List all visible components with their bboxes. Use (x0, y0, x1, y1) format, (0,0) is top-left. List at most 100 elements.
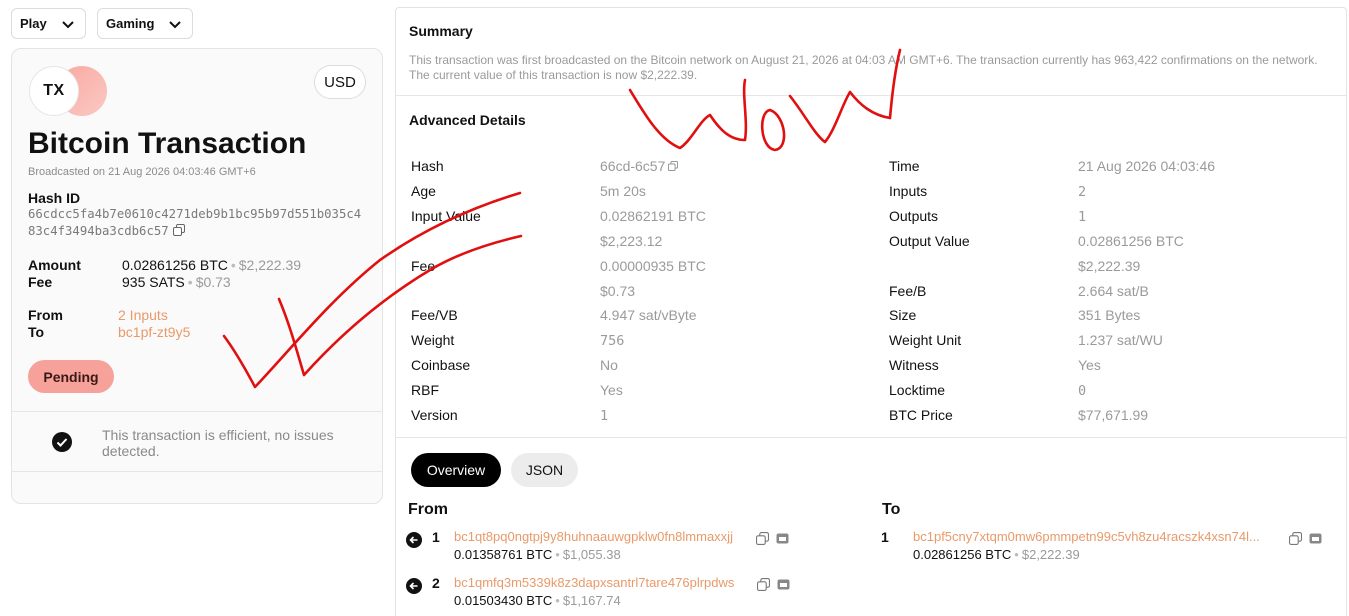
detail-label-left-10: Version (411, 407, 458, 423)
explorer-icon[interactable] (1309, 532, 1322, 545)
detail-value-text: 1.237 sat/WU (1078, 332, 1163, 348)
detail-value-text: 2.664 sat/B (1078, 283, 1149, 299)
explorer-icon[interactable] (777, 578, 790, 591)
arrow-left-icon (406, 532, 422, 548)
detail-value-right-1: 2 (1078, 183, 1086, 200)
input-usd: $1,167.74 (562, 593, 621, 608)
detail-label-left-1: Age (411, 183, 436, 199)
divider (12, 471, 382, 472)
detail-label-right-9: Locktime (889, 382, 946, 398)
detail-value-text: 21 Aug 2026 04:03:46 (1078, 158, 1216, 174)
detail-label-left-7: Weight (411, 332, 455, 348)
arrow-left-icon (406, 578, 422, 594)
input-address-link[interactable]: bc1qmfq3m5339k8z3dapxsantrl7tare476plrpd… (454, 575, 734, 590)
summary-text: This transaction was first broadcasted o… (409, 53, 1318, 82)
status-badge: Pending (28, 360, 114, 393)
detail-value-left-4: 0.00000935 BTC (600, 258, 706, 274)
detail-value-left-2: 0.02862191 BTC (600, 208, 706, 224)
detail-value-text: 1 (1078, 209, 1087, 225)
divider (396, 437, 1346, 438)
transaction-card: TX USD Bitcoin Transaction Broadcasted o… (11, 48, 383, 504)
detail-label-right-3: Output Value (889, 233, 970, 249)
input-amount: 0.01503430 BTC • $1,167.74 (454, 593, 621, 608)
details-panel: Summary This transaction was first broad… (395, 7, 1347, 616)
detail-value-left-0: 66cd-6c57 (600, 158, 679, 174)
detail-label-right-10: BTC Price (889, 407, 953, 423)
input-usd: $1,055.38 (562, 547, 621, 562)
fee-label: Fee (28, 274, 53, 290)
detail-value-right-9: 0 (1078, 382, 1086, 399)
detail-value-right-6: 351 Bytes (1078, 307, 1140, 323)
detail-value-left-9: Yes (600, 382, 623, 398)
tab-overview[interactable]: Overview (411, 453, 501, 487)
to-section-title: To (882, 501, 901, 518)
output-index: 1 (881, 529, 889, 545)
detail-value-right-10: $77,671.99 (1078, 407, 1148, 423)
detail-label-right-6: Size (889, 307, 917, 323)
detail-label-left-9: RBF (411, 382, 439, 398)
from-inputs-link[interactable]: 2 Inputs (118, 307, 168, 323)
detail-label-right-2: Outputs (889, 208, 939, 224)
detail-value-right-5: 2.664 sat/B (1078, 283, 1149, 299)
output-address-link[interactable]: bc1pf5cny7xtqm0mw6pmmpetn99c5vh8zu4racsz… (913, 529, 1260, 544)
chevron-down-icon (62, 20, 74, 28)
detail-label-left-2: Input Value (411, 208, 481, 224)
fee-usd: $0.73 (195, 274, 231, 290)
detail-value-text: $77,671.99 (1078, 407, 1149, 423)
detail-value-text: 756 (600, 333, 625, 349)
input-address-link[interactable]: bc1qt8pq0ngtpj9y8huhnaauwgpklw0fn8lmmaxx… (454, 529, 733, 544)
play-dropdown[interactable]: Play (11, 8, 86, 39)
detail-value-text: 0.02862191 BTC (600, 208, 706, 224)
detail-label-right-8: Witness (889, 357, 939, 373)
hash-id-value: 66cdcc5fa4b7e0610c4271deb9b1bc95b97d551b… (28, 206, 368, 240)
detail-value-text: 66cd-6c57 (600, 158, 666, 174)
advanced-details-title: Advanced Details (409, 112, 526, 128)
copy-icon[interactable] (757, 578, 770, 591)
copy-icon[interactable] (668, 161, 679, 171)
output-amount: 0.02861256 BTC • $2,222.39 (913, 547, 1080, 562)
detail-value-left-7: 756 (600, 332, 624, 349)
detail-label-right-1: Inputs (889, 183, 928, 199)
tx-badge: TX (29, 66, 79, 116)
tx-logo: TX (29, 66, 109, 116)
output-usd: $2,222.39 (1021, 547, 1080, 562)
from-section-title: From (408, 501, 448, 518)
page-title: Bitcoin Transaction (28, 127, 307, 160)
copy-icon[interactable] (1289, 532, 1302, 545)
detail-value-text: $0.73 (600, 283, 636, 299)
amount-value: 0.02861256 BTC • $2,222.39 (122, 257, 302, 273)
detail-label-left-0: Hash (411, 158, 444, 174)
detail-label-left-6: Fee/VB (411, 307, 458, 323)
detail-value-text: 351 Bytes (1078, 307, 1141, 323)
detail-value-left-5: $0.73 (600, 283, 635, 299)
divider (12, 411, 382, 412)
explorer-icon[interactable] (776, 532, 789, 545)
gaming-dropdown[interactable]: Gaming (97, 8, 194, 39)
tab-json[interactable]: JSON (511, 453, 578, 487)
detail-value-text: 0.00000935 BTC (600, 258, 706, 274)
detail-value-text: $2,223.12 (600, 233, 663, 249)
to-address-link[interactable]: bc1pf-zt9y5 (118, 324, 190, 340)
detail-label-left-4: Fee (411, 258, 436, 274)
to-label: To (28, 324, 45, 340)
detail-value-text: 4.947 sat/vByte (600, 307, 697, 323)
detail-value-left-8: No (600, 357, 618, 373)
fee-value: 935 SATS • $0.73 (122, 274, 231, 290)
check-circle-icon (52, 432, 72, 452)
detail-value-left-3: $2,223.12 (600, 233, 662, 249)
output-btc: 0.02861256 BTC (913, 547, 1012, 562)
detail-value-right-4: $2,222.39 (1078, 258, 1140, 274)
input-index: 1 (432, 529, 440, 545)
detail-label-right-5: Fee/B (889, 283, 927, 299)
detail-value-text: 0 (1078, 383, 1087, 399)
detail-value-text: 1 (600, 408, 609, 424)
detail-label-right-7: Weight Unit (889, 332, 962, 348)
copy-icon[interactable] (172, 224, 185, 236)
copy-icon[interactable] (756, 532, 769, 545)
detail-value-right-3: 0.02861256 BTC (1078, 233, 1184, 249)
currency-toggle-button[interactable]: USD (314, 65, 366, 99)
detail-label-left-8: Coinbase (411, 357, 471, 373)
input-btc: 0.01358761 BTC (454, 547, 553, 562)
divider (396, 95, 1346, 96)
detail-value-right-2: 1 (1078, 208, 1086, 225)
